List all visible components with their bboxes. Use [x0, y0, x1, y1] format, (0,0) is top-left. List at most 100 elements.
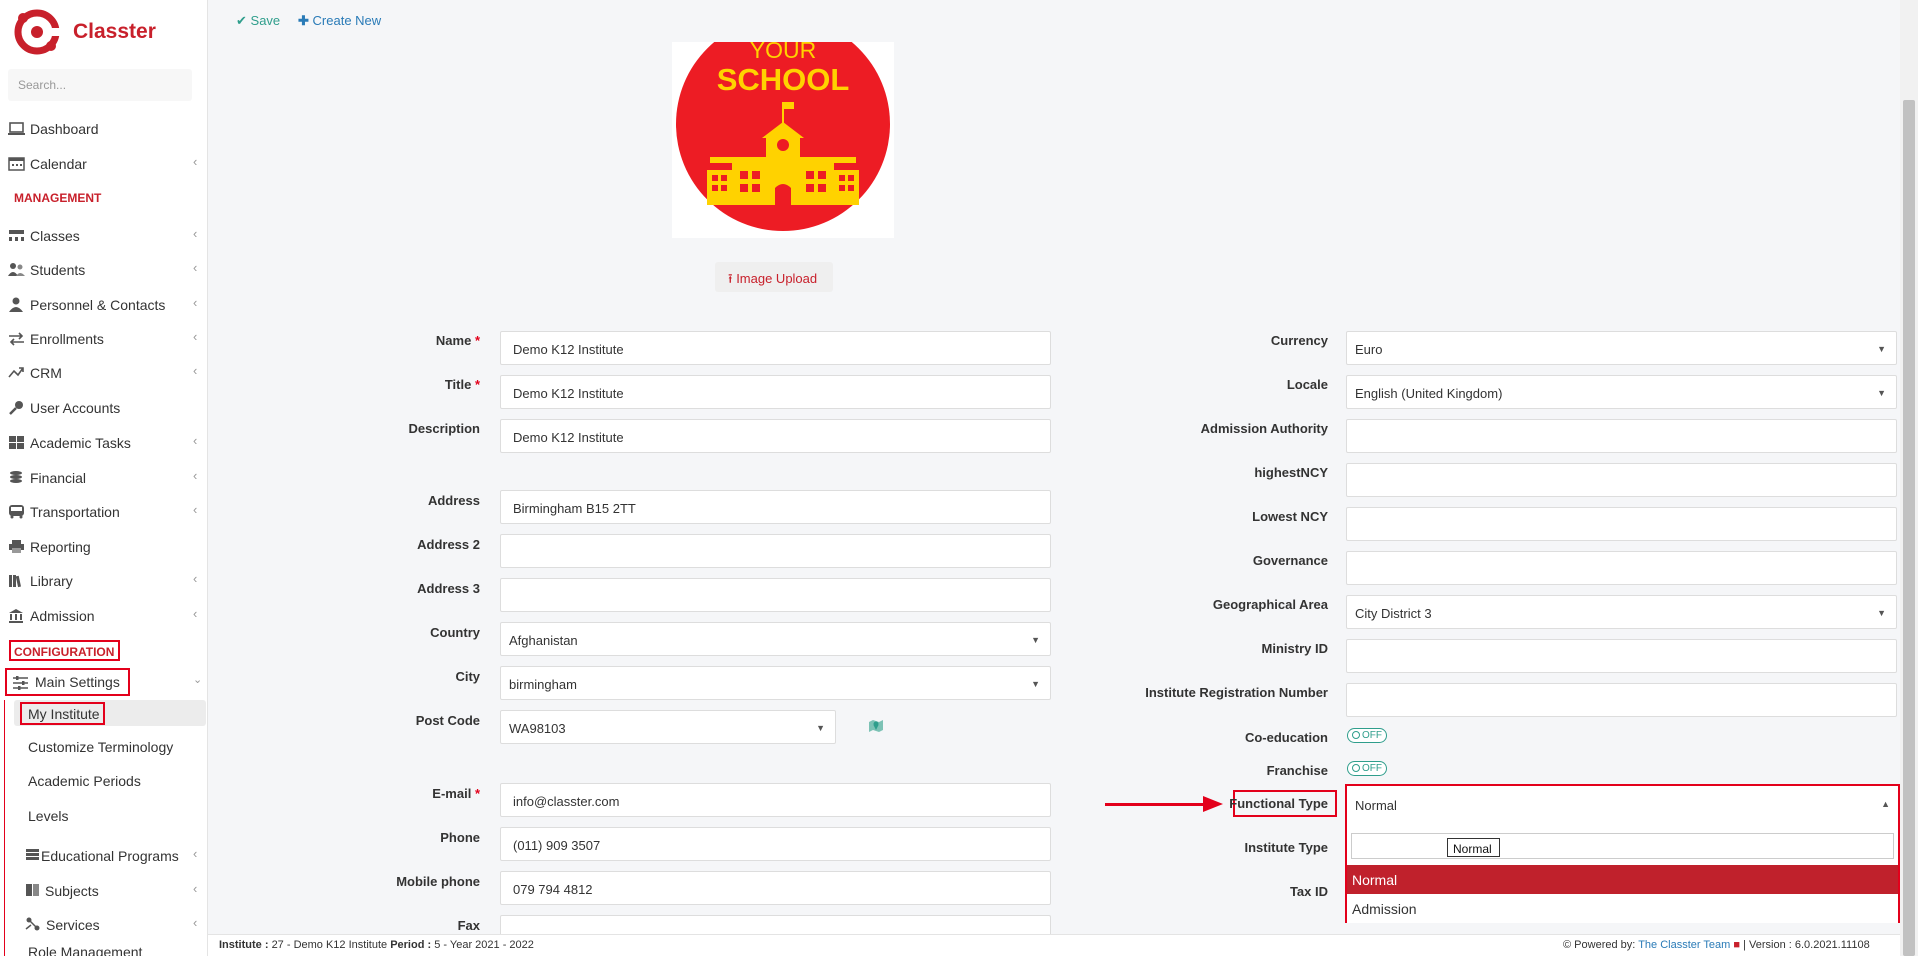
franchise-toggle[interactable]: OFF — [1347, 761, 1387, 776]
sidebar-item-students[interactable]: Students ‹ — [0, 255, 207, 285]
plus-icon: ✚ — [298, 13, 309, 28]
country-select[interactable]: Afghanistan ▼ — [500, 622, 1051, 656]
coeducation-toggle[interactable]: OFF — [1347, 728, 1387, 743]
image-upload-button[interactable]: ⭱ Image Upload — [715, 262, 833, 292]
sidebar-item-crm[interactable]: CRM ‹ — [0, 358, 207, 388]
sidebar-item-user-accounts[interactable]: User Accounts — [0, 393, 207, 423]
fax-input[interactable] — [500, 915, 1051, 936]
classter-team-link[interactable]: The Classter Team — [1638, 939, 1730, 951]
caret-down-icon: ▼ — [1031, 679, 1040, 689]
sidebar-item-label: User Accounts — [30, 400, 121, 416]
scrollbar-thumb[interactable] — [1903, 100, 1915, 956]
highest-ncy-label: highestNCY — [1254, 465, 1328, 480]
sidebar-item-library[interactable]: Library ‹ — [0, 566, 207, 596]
address2-label: Address 2 — [417, 537, 480, 552]
dropdown-search-input[interactable] — [1351, 833, 1894, 859]
sidebar-subitem-role-management[interactable]: Role Management — [28, 944, 142, 956]
mobile-phone-input[interactable]: 079 794 4812 — [500, 871, 1051, 905]
laptop-icon — [8, 121, 25, 136]
toggle-knob-icon — [1352, 764, 1360, 772]
caret-down-icon: ▼ — [816, 723, 825, 733]
sidebar-item-services[interactable]: Services ‹ — [0, 910, 207, 940]
coeducation-label: Co-education — [1244, 730, 1328, 745]
brand-name: Classter — [73, 20, 156, 43]
sidebar-item-academic-tasks[interactable]: Academic Tasks ‹ — [0, 428, 207, 458]
registration-number-input[interactable] — [1346, 683, 1897, 717]
lowest-ncy-input[interactable] — [1346, 507, 1897, 541]
sidebar-item-label: Financial — [30, 470, 87, 486]
address2-input[interactable] — [500, 534, 1051, 568]
email-input[interactable]: info@classter.com — [500, 783, 1051, 817]
phone-input[interactable]: (011) 909 3507 — [500, 827, 1051, 861]
lowest-ncy-label: Lowest NCY — [1252, 509, 1328, 524]
sidebar-item-subjects[interactable]: Subjects ‹ — [0, 876, 207, 906]
sidebar-item-label: Classes — [30, 228, 80, 244]
sidebar-subitem-levels[interactable]: Levels — [28, 808, 68, 824]
address3-input[interactable] — [500, 578, 1051, 612]
sidebar-item-label: Enrollments — [30, 331, 104, 347]
chevron-left-icon: ‹ — [193, 881, 198, 896]
description-input[interactable]: Demo K12 Institute — [500, 419, 1051, 453]
grid-icon — [8, 435, 25, 450]
address-input[interactable]: Birmingham B15 2TT — [500, 490, 1051, 524]
caret-down-icon: ▼ — [1877, 388, 1886, 398]
caret-up-icon: ▲ — [1881, 799, 1890, 809]
chevron-down-icon: ⌄ — [193, 674, 203, 686]
sidebar-subitem-customize-terminology[interactable]: Customize Terminology — [28, 739, 173, 755]
admission-authority-input[interactable] — [1346, 419, 1897, 453]
footer-powered-by: © Powered by: The Classter Team ■ | Vers… — [1563, 939, 1870, 951]
functional-type-select[interactable]: Normal ▲ — [1347, 786, 1898, 824]
chevron-left-icon: ‹ — [193, 363, 198, 378]
sidebar-item-dashboard[interactable]: Dashboard — [0, 114, 207, 144]
governance-label: Governance — [1252, 553, 1328, 568]
currency-select[interactable]: Euro ▼ — [1346, 331, 1897, 365]
currency-label: Currency — [1270, 333, 1328, 348]
search-input[interactable]: Search... — [8, 69, 192, 101]
governance-input[interactable] — [1346, 551, 1897, 585]
chevron-left-icon: ‹ — [193, 433, 198, 448]
locale-select[interactable]: English (United Kingdom) ▼ — [1346, 375, 1897, 409]
sidebar-item-admission[interactable]: Admission ‹ — [0, 601, 207, 631]
sidebar-subitem-academic-periods[interactable]: Academic Periods — [28, 773, 141, 789]
registration-number-label: Institute Registration Number — [1145, 685, 1328, 700]
functional-type-dropdown[interactable]: Normal ▲ Normal Normal Admission — [1345, 784, 1900, 923]
ministry-id-input[interactable] — [1346, 639, 1897, 673]
students-icon — [8, 262, 25, 277]
sidebar-item-financial[interactable]: Financial ‹ — [0, 463, 207, 493]
map-marker-icon[interactable] — [868, 718, 884, 734]
name-input[interactable]: Demo K12 Institute — [500, 331, 1051, 365]
sidebar-subitem-my-institute[interactable]: My Institute — [28, 706, 100, 722]
dropdown-option-normal[interactable]: Normal — [1347, 865, 1898, 894]
caret-down-icon: ▼ — [1031, 635, 1040, 645]
chevron-left-icon: ‹ — [193, 502, 198, 517]
caret-down-icon: ▼ — [1877, 608, 1886, 618]
create-new-button[interactable]: ✚ Create New — [298, 13, 381, 29]
chevron-left-icon: ‹ — [193, 606, 198, 621]
title-input[interactable]: Demo K12 Institute — [500, 375, 1051, 409]
sidebar-item-calendar[interactable]: Calendar ‹ — [0, 149, 207, 179]
admission-authority-label: Admission Authority — [1200, 421, 1328, 436]
sidebar-item-transportation[interactable]: Transportation ‹ — [0, 497, 207, 527]
sidebar-item-main-settings[interactable]: Main Settings ⌄ — [0, 668, 207, 696]
sidebar-item-educational-programs[interactable]: Educational Programs ‹ — [0, 841, 207, 871]
services-icon — [25, 917, 42, 932]
city-select[interactable]: birmingham ▼ — [500, 666, 1051, 700]
highest-ncy-input[interactable] — [1346, 463, 1897, 497]
sidebar-item-classes[interactable]: Classes ‹ — [0, 221, 207, 251]
printer-icon — [8, 539, 25, 554]
sidebar-item-personnel[interactable]: Personnel & Contacts ‹ — [0, 290, 207, 320]
library-icon — [8, 573, 25, 588]
page-scrollbar[interactable] — [1900, 0, 1918, 956]
sidebar-item-label: Students — [30, 262, 86, 278]
save-button[interactable]: ✔ Save — [236, 13, 280, 29]
classter-c-icon: © — [1563, 939, 1572, 951]
book-icon — [25, 883, 42, 898]
coins-icon — [8, 470, 25, 485]
geographical-area-select[interactable]: City District 3 ▼ — [1346, 595, 1897, 629]
sidebar-item-enrollments[interactable]: Enrollments ‹ — [0, 324, 207, 354]
description-label: Description — [408, 421, 480, 436]
postcode-select[interactable]: WA98103 ▼ — [500, 710, 836, 744]
enrollments-icon — [8, 331, 25, 346]
dropdown-option-admission[interactable]: Admission — [1347, 894, 1898, 923]
sidebar-item-reporting[interactable]: Reporting — [0, 532, 207, 562]
